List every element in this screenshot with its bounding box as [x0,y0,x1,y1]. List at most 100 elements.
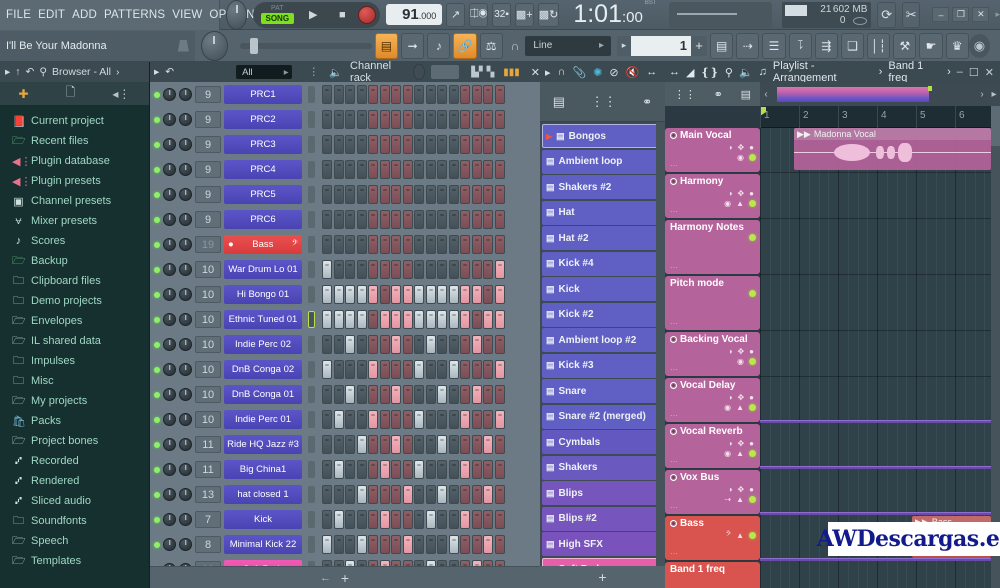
step-button[interactable] [425,260,436,279]
step-button[interactable] [322,185,332,204]
track-stereo-icon[interactable]: ✥ [737,143,744,152]
pattern-add-button[interactable]: + [691,35,708,56]
step-button[interactable] [494,85,505,104]
pattern-item[interactable]: ▤ Shakers #2 [542,175,663,199]
step-button[interactable] [391,160,401,179]
step-button[interactable] [379,410,390,429]
channel-select-strip[interactable] [308,211,315,228]
step-button[interactable] [425,210,436,229]
pattern-item[interactable]: ▤ Blips #2 [542,506,663,531]
track-name-row[interactable]: ◉ Vocal Reverb [670,424,760,437]
step-button[interactable] [333,510,344,529]
channel-select-strip[interactable] [308,486,315,503]
step-button[interactable] [483,460,493,479]
step-button[interactable] [425,85,436,104]
channel-pan-knob[interactable] [163,338,176,351]
swing-knob[interactable] [413,64,426,80]
step-sequencer-icon[interactable]: ➞ [401,32,425,59]
step-button[interactable] [356,460,367,479]
step-button[interactable] [437,310,447,329]
channel-name-button[interactable]: PRC6 [224,210,302,229]
browser-item-channel-presets[interactable]: ▣ Channel presets [0,191,149,211]
step-button[interactable] [414,285,424,304]
step-button[interactable] [322,510,332,529]
step-button[interactable] [494,435,505,454]
browser-item-my-projects[interactable]: 🗁 My projects [0,391,149,411]
step-button[interactable] [345,435,355,454]
step-button[interactable] [379,135,390,154]
step-button[interactable] [494,185,505,204]
track-control-row2[interactable]: ◉ [670,357,760,366]
channel-volume-knob[interactable] [179,138,192,151]
channel-mixer-number[interactable]: 10 [195,411,221,428]
track-stereo-icon[interactable]: ✥ [737,485,744,494]
track-grip-icon[interactable]: ⋯ [670,549,679,558]
channel-mute-led[interactable] [154,541,160,548]
channel-pan-knob[interactable] [163,213,176,226]
channel-pan-knob[interactable] [163,113,176,126]
track-control-row[interactable]: ◑ ✥ ● [670,485,760,494]
step-button[interactable] [483,435,493,454]
step-button[interactable] [460,410,470,429]
channel-volume-knob[interactable] [179,538,192,551]
track-pan-icon[interactable]: ◑ [728,439,733,448]
time-display[interactable]: 1:01 :00 BST [573,0,656,29]
channel-mixer-number[interactable]: 9 [195,211,221,228]
step-button[interactable] [402,435,413,454]
step-button[interactable] [322,160,332,179]
channel-select-strip[interactable] [308,436,315,453]
channel-mixer-number[interactable]: 19 [195,236,221,253]
track-wave-icon[interactable]: ◉ [724,403,731,412]
channel-mute-led[interactable] [154,391,160,398]
channel-pan-knob[interactable] [163,188,176,201]
track-dot-icon[interactable]: ● [749,485,754,494]
step-sequencer-row[interactable] [322,285,505,304]
browser-icon[interactable]: ⇶ [814,32,838,59]
browser-item-recent-files[interactable]: 🗁 Recent files [0,131,149,151]
clip-header[interactable]: ▶▶ Madonna Vocal [794,128,991,140]
step-button[interactable] [322,260,332,279]
step-button[interactable] [483,510,493,529]
step-sequencer-row[interactable] [322,110,505,129]
resize-icon[interactable]: ↔ [646,66,657,78]
channel-pan-knob[interactable] [163,538,176,551]
step-button[interactable] [414,460,424,479]
master-volume-slider[interactable] [239,37,372,54]
step-button[interactable] [460,160,470,179]
track-pattern-icon[interactable]: ⇢ [724,495,731,504]
step-button[interactable] [448,335,459,354]
link-icon[interactable]: 🔗 [453,32,477,59]
channel-name-button[interactable]: PRC5 [224,185,302,204]
channel-select-strip[interactable] [308,536,315,553]
step-button[interactable] [460,485,470,504]
track-stereo-icon[interactable]: ✥ [737,189,744,198]
pattern-item[interactable]: ▤ Kick #2 [542,302,663,327]
menu-item-patterns[interactable]: PATTERNS [104,9,165,21]
step-button[interactable] [414,435,424,454]
channel-mixer-number[interactable]: 9 [195,161,221,178]
step-button[interactable] [402,160,413,179]
step-button[interactable] [391,110,401,129]
channel-volume-knob[interactable] [179,438,192,451]
overview-left-arrow[interactable]: ‹ [760,89,772,100]
track-triangle-icon[interactable]: ▲ [736,449,744,458]
browser-item-impulses[interactable]: 🗀 Impulses [0,351,149,371]
step-button[interactable] [437,460,447,479]
track-stereo-icon[interactable]: ✥ [737,393,744,402]
channel-pan-knob[interactable] [163,513,176,526]
step-button[interactable] [368,185,378,204]
step-button[interactable] [448,385,459,404]
channel-filter-selector[interactable]: All [236,65,293,79]
step-button[interactable] [494,210,505,229]
step-button[interactable] [460,360,470,379]
step-sequencer-row[interactable] [322,85,505,104]
step-sequencer-row[interactable] [322,410,505,429]
channel-mixer-number[interactable]: 11 [195,461,221,478]
stop-icon[interactable]: ■ [329,4,355,26]
step-button[interactable] [460,310,470,329]
step-button[interactable] [391,185,401,204]
step-button[interactable] [483,360,493,379]
up-icon[interactable]: ↑ [15,66,20,78]
step-button[interactable] [483,160,493,179]
channel-mixer-number[interactable]: 9 [195,86,221,103]
